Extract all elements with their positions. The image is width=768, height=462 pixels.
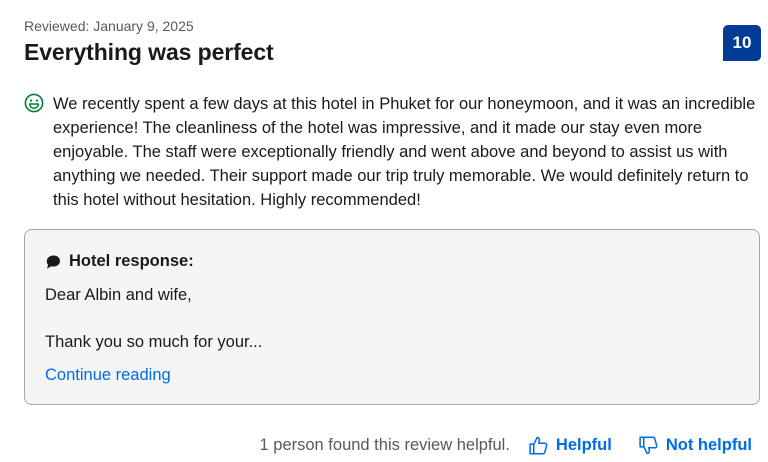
not-helpful-label: Not helpful — [665, 436, 752, 454]
review-score-badge: 10 — [723, 25, 761, 61]
smile-icon — [24, 93, 44, 113]
review-card: Reviewed: January 9, 2025 Everything was… — [0, 0, 768, 462]
hotel-response-label: Hotel response: — [69, 252, 194, 270]
hotel-response-box: Hotel response: Dear Albin and wife, Tha… — [24, 229, 760, 405]
helpful-count-text: 1 person found this review helpful. — [259, 436, 510, 454]
thumbs-up-icon — [529, 436, 548, 455]
hotel-response-body: Thank you so much for your... — [45, 333, 263, 351]
hotel-response-header: Hotel response: — [45, 252, 194, 271]
reviewed-date: Reviewed: January 9, 2025 — [24, 18, 194, 34]
review-title: Everything was perfect — [24, 39, 274, 65]
review-footer: 1 person found this review helpful. Help… — [260, 435, 752, 456]
hotel-response-greeting: Dear Albin and wife, — [45, 286, 192, 304]
continue-reading-link[interactable]: Continue reading — [45, 366, 171, 385]
positive-comment-text: We recently spent a few days at this hot… — [53, 95, 756, 209]
helpful-label: Helpful — [555, 436, 612, 454]
helpful-button[interactable]: Helpful — [528, 435, 612, 456]
positive-comment: We recently spent a few days at this hot… — [24, 92, 764, 212]
not-helpful-button[interactable]: Not helpful — [638, 435, 752, 456]
thumbs-down-icon — [639, 436, 658, 455]
speech-bubble-icon — [46, 255, 60, 269]
